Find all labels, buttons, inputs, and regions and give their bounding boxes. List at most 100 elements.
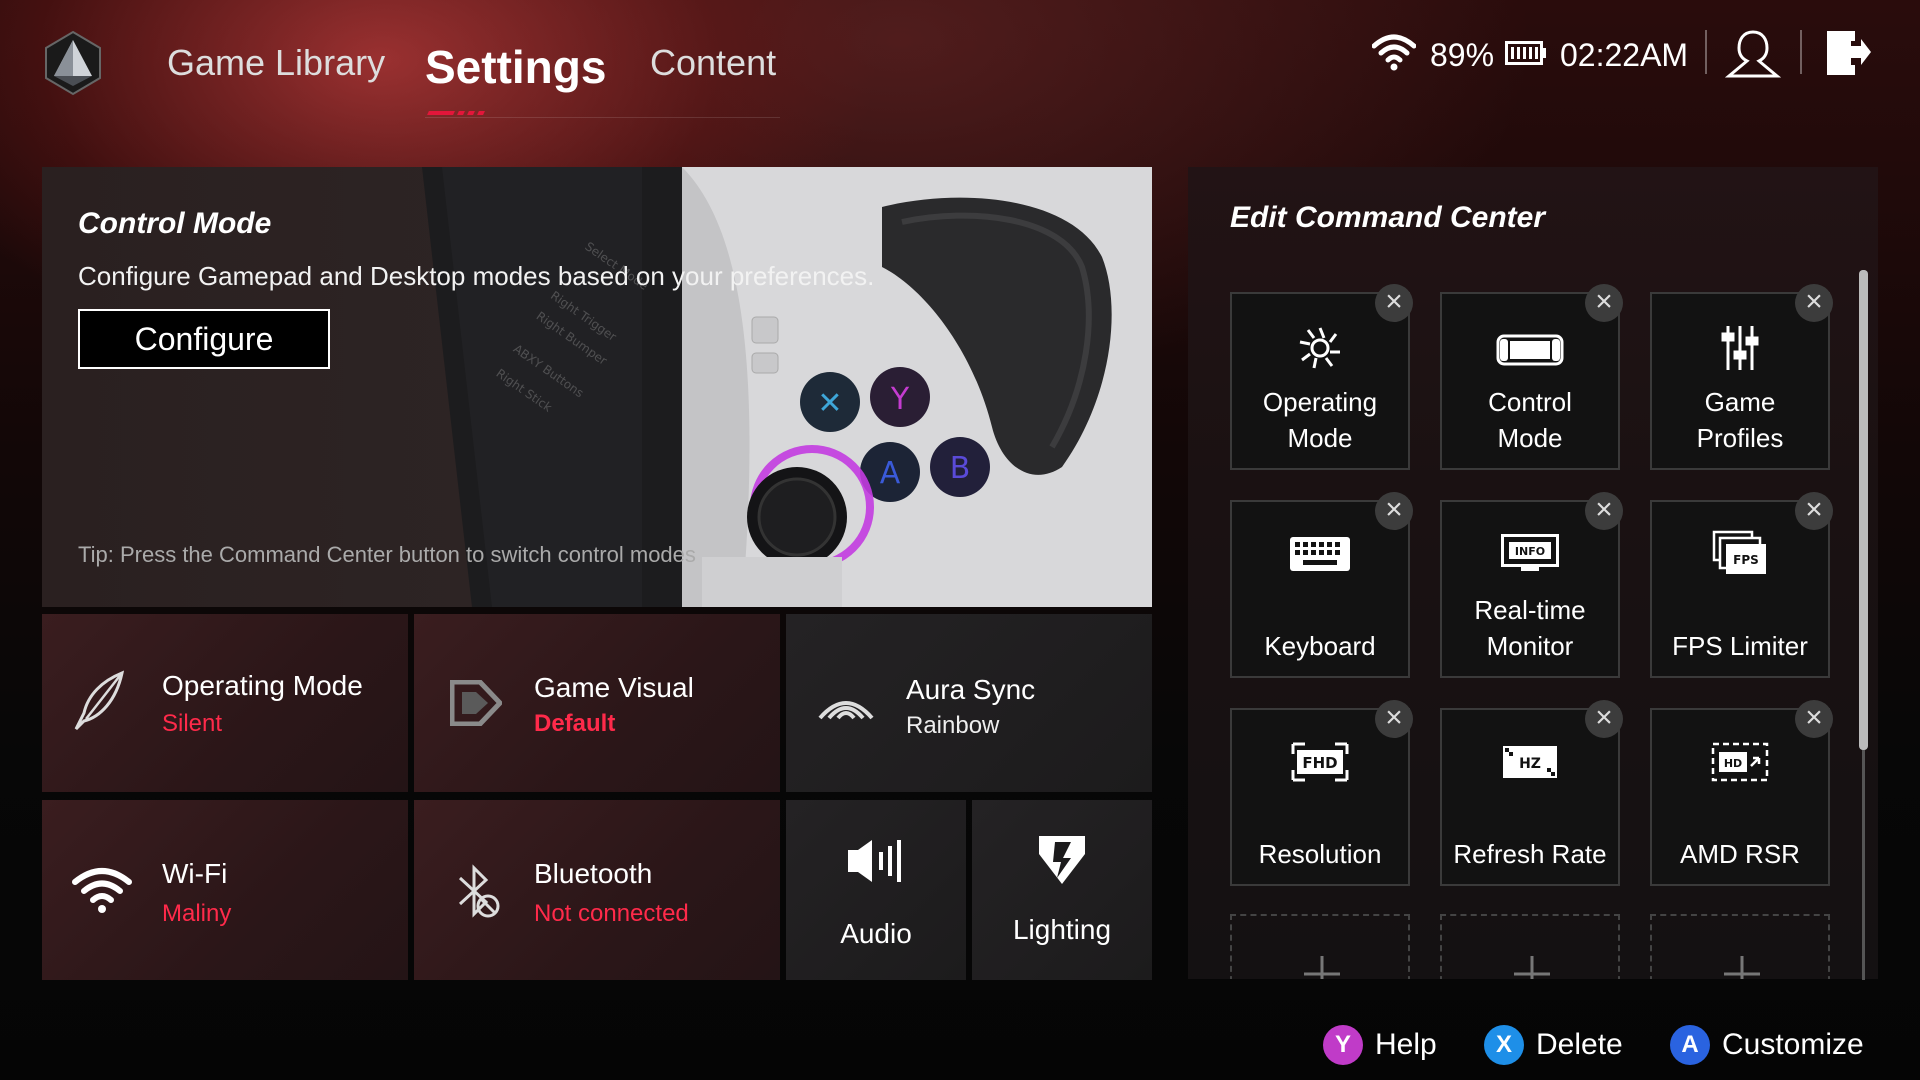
customize-hint[interactable]: A Customize <box>1670 1025 1864 1065</box>
active-tab-indicator <box>427 111 490 116</box>
svg-text:B: B <box>950 451 971 486</box>
cc-label-line1: Game <box>1704 387 1776 417</box>
tab-game-library[interactable]: Game Library <box>167 42 385 84</box>
remove-keyboard-button[interactable]: × <box>1375 492 1413 530</box>
plus-icon <box>1304 956 1340 979</box>
tab-settings[interactable]: Settings <box>425 40 606 94</box>
cc-label-line2: AMD RSR <box>1680 839 1800 869</box>
hd-icon: HD <box>1711 742 1769 782</box>
audio-label: Audio <box>840 918 912 949</box>
add-slot-3[interactable] <box>1650 914 1830 979</box>
aura-sync-value: Rainbow <box>906 712 1000 739</box>
delete-label: Delete <box>1536 1028 1623 1061</box>
aura-sync-icon <box>818 701 874 720</box>
bluetooth-tile[interactable]: Bluetooth Not connected <box>414 800 780 980</box>
lighting-tile[interactable]: Lighting <box>972 800 1152 980</box>
remove-refresh-rate-button[interactable]: × <box>1585 700 1623 738</box>
cc-label-line2: Monitor <box>1486 631 1574 661</box>
operating-mode-leaf-icon <box>74 670 125 731</box>
keyboard-icon <box>1290 537 1350 571</box>
top-bar: Game Library Settings Content 89% 02:22A… <box>0 0 1920 130</box>
remove-amd-rsr-button[interactable]: × <box>1795 700 1833 738</box>
x-button-icon: X <box>1484 1025 1524 1065</box>
status-divider <box>1705 30 1707 74</box>
cc-label-line2: Resolution <box>1258 839 1382 869</box>
aura-sync-tile[interactable]: Aura Sync Rainbow <box>786 614 1152 792</box>
remove-real-time-monitor-button[interactable]: × <box>1585 492 1623 530</box>
lighting-label: Lighting <box>1012 914 1112 945</box>
command-center-title: Edit Command Center <box>1230 201 1546 234</box>
add-slot-1[interactable] <box>1230 914 1410 979</box>
battery-percent: 89% <box>1430 36 1495 73</box>
cc-label-line1: Real-time <box>1474 595 1586 625</box>
tab-content[interactable]: Content <box>650 42 776 84</box>
hz-icon: HZ <box>1503 746 1557 778</box>
bluetooth-status: Not connected <box>534 900 689 927</box>
user-profile-icon[interactable] <box>1725 28 1781 80</box>
remove-control-mode-button[interactable]: × <box>1585 284 1623 322</box>
help-label: Help <box>1375 1028 1437 1061</box>
remove-game-profiles-button[interactable]: × <box>1795 284 1833 322</box>
game-visual-title: Game Visual <box>534 672 694 703</box>
audio-icon <box>848 840 901 882</box>
wifi-tile[interactable]: Wi-Fi Maliny <box>42 800 408 980</box>
plus-icon <box>1514 956 1550 979</box>
cc-label-line1: Operating <box>1262 387 1378 417</box>
armoury-crate-logo-icon[interactable] <box>42 30 104 96</box>
operating-mode-tile[interactable]: Operating Mode Silent <box>42 614 408 792</box>
status-divider-2 <box>1800 30 1802 74</box>
cc-label-line1: Control <box>1488 387 1572 417</box>
remove-resolution-button[interactable]: × <box>1375 700 1413 738</box>
operating-mode-icon <box>1299 327 1340 369</box>
fhd-icon-text: FHD <box>1302 754 1337 772</box>
wifi-title: Wi-Fi <box>162 858 228 889</box>
plus-icon <box>1724 956 1760 979</box>
control-mode-icon <box>1496 334 1564 366</box>
help-hint[interactable]: Y Help <box>1323 1025 1437 1065</box>
add-slot-2[interactable] <box>1440 914 1620 979</box>
configure-button[interactable]: Configure <box>78 309 330 369</box>
control-mode-description: Configure Gamepad and Desktop modes base… <box>78 261 875 291</box>
hd-icon-text: HD <box>1724 757 1742 770</box>
operating-mode-value: Silent <box>162 710 223 737</box>
customize-label: Customize <box>1722 1028 1864 1061</box>
cc-label-line2: Refresh Rate <box>1453 839 1607 869</box>
bluetooth-off-icon <box>458 864 500 918</box>
delete-hint[interactable]: X Delete <box>1484 1025 1623 1065</box>
cc-label-line2: Mode <box>1497 423 1563 453</box>
svg-text:Y: Y <box>890 382 910 417</box>
lighting-icon <box>1039 836 1085 884</box>
a-button-icon: A <box>1670 1025 1710 1065</box>
game-visual-tile[interactable]: Game Visual Default <box>414 614 780 792</box>
fps-icon: FPS <box>1712 530 1766 574</box>
svg-text:A: A <box>880 456 901 491</box>
bluetooth-title: Bluetooth <box>534 858 653 889</box>
remove-fps-limiter-button[interactable]: × <box>1795 492 1833 530</box>
battery-icon <box>1505 41 1546 65</box>
wifi-icon <box>72 868 132 913</box>
command-center-scrollbar-thumb[interactable] <box>1859 270 1868 750</box>
info-icon-text: INFO <box>1515 545 1545 558</box>
svg-text:✕: ✕ <box>817 386 842 421</box>
wifi-network: Maliny <box>162 900 232 927</box>
control-mode-tip: Tip: Press the Command Center button to … <box>78 542 696 567</box>
game-profiles-icon <box>1721 326 1759 370</box>
remove-operating-mode-button[interactable]: × <box>1375 284 1413 322</box>
exit-icon[interactable] <box>1825 28 1873 78</box>
wifi-status-icon <box>1372 34 1416 71</box>
game-visual-value: Default <box>534 710 616 737</box>
audio-tile[interactable]: Audio <box>786 800 966 980</box>
cc-label-line2: Keyboard <box>1264 631 1376 661</box>
hz-icon-text: HZ <box>1519 756 1541 772</box>
y-button-icon: Y <box>1323 1025 1363 1065</box>
command-center-panel: Edit Command Center Operating Mode Contr… <box>1188 167 1878 979</box>
nav-divider <box>425 117 780 118</box>
fps-icon-text: FPS <box>1733 553 1759 567</box>
control-mode-title: Control Mode <box>78 207 272 240</box>
fhd-icon: FHD <box>1291 742 1349 782</box>
cc-label-line2: Mode <box>1287 423 1353 453</box>
game-visual-icon <box>450 680 502 726</box>
clock: 02:22AM <box>1560 36 1689 73</box>
info-monitor-icon: INFO <box>1501 534 1559 571</box>
control-mode-panel: ✕ Y A B Select Mode Right Trigger Right Bu… <box>42 167 1152 607</box>
